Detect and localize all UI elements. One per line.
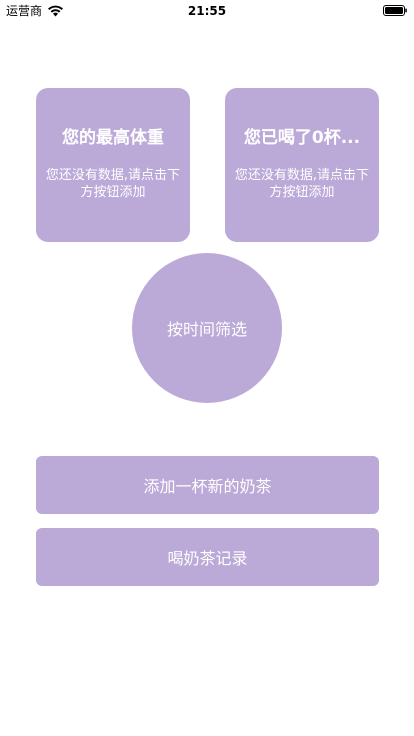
- cups-count-title: 您已喝了0杯...: [243, 128, 361, 148]
- max-weight-subtitle: 您还没有数据,请点击下方按钮添加: [45, 168, 181, 200]
- max-weight-card[interactable]: 您的最高体重 您还没有数据,请点击下方按钮添加: [36, 88, 190, 242]
- filter-by-time-button[interactable]: 按时间筛选: [132, 253, 282, 403]
- status-time: 21:55: [187, 4, 227, 18]
- milk-tea-records-label: 喝奶茶记录: [167, 549, 248, 568]
- filter-by-time-label: 按时间筛选: [166, 320, 247, 339]
- milk-tea-records-button[interactable]: 喝奶茶记录: [36, 528, 379, 586]
- battery-icon: [383, 5, 407, 16]
- cups-count-subtitle: 您还没有数据,请点击下方按钮添加: [234, 168, 370, 200]
- status-bar: 运营商 21:55: [0, 0, 414, 22]
- add-milk-tea-button[interactable]: 添加一杯新的奶茶: [36, 456, 379, 514]
- cups-count-card[interactable]: 您已喝了0杯... 您还没有数据,请点击下方按钮添加: [225, 88, 379, 242]
- add-milk-tea-label: 添加一杯新的奶茶: [143, 477, 272, 496]
- max-weight-title: 您的最高体重: [62, 128, 164, 148]
